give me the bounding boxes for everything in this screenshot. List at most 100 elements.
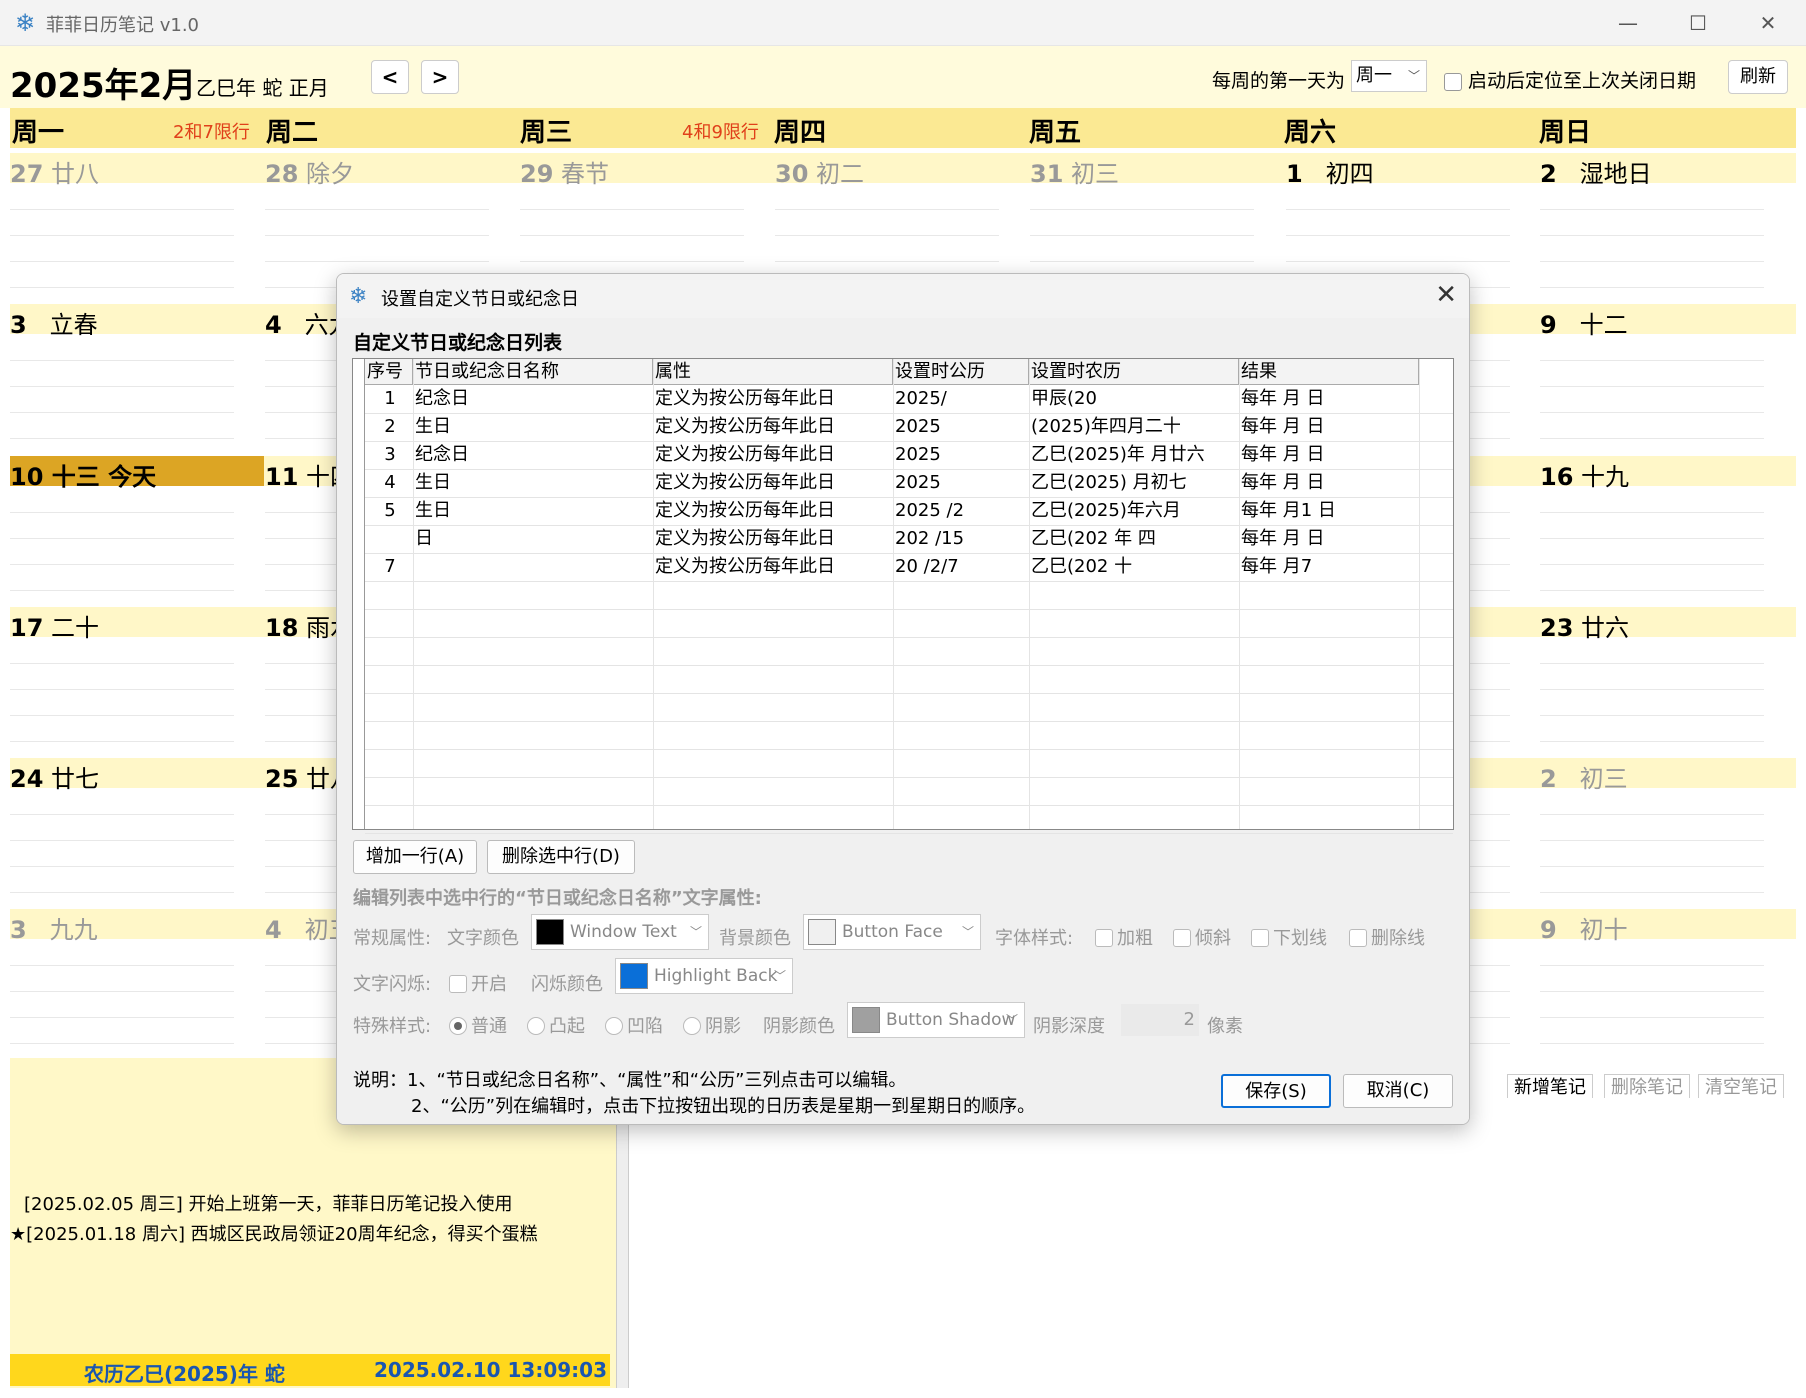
table-cell-no[interactable]: [365, 525, 413, 553]
table-cell-attr[interactable]: 定义为按公历每年此日: [653, 469, 893, 497]
table-cell-result[interactable]: 每年 月7: [1239, 553, 1419, 581]
col-header-attr[interactable]: 属性: [653, 359, 893, 385]
italic-checkbox[interactable]: [1173, 929, 1191, 947]
table-cell-result[interactable]: 每年 月 日: [1239, 441, 1419, 469]
table-cell-lunar[interactable]: 乙巳(202 十: [1029, 553, 1239, 581]
table-cell-attr[interactable]: 定义为按公历每年此日: [653, 553, 893, 581]
minimize-button[interactable]: —: [1598, 6, 1658, 40]
table-cell-result[interactable]: 每年 月 日: [1239, 413, 1419, 441]
table-cell-result[interactable]: 每年 月 日: [1239, 469, 1419, 497]
day-cell[interactable]: 17 二十: [10, 608, 99, 643]
col-header-lunar[interactable]: 设置时农历: [1029, 359, 1239, 385]
shadow-color-select[interactable]: Button Shadow ﹀: [847, 1002, 1025, 1038]
blink-color-select[interactable]: Highlight Back ﹀: [615, 958, 793, 994]
table-cell-name[interactable]: 纪念日: [413, 385, 653, 413]
table-cell-no[interactable]: 3: [365, 441, 413, 469]
day-cell[interactable]: 24 廿七: [10, 759, 99, 794]
dialog-close-button[interactable]: ✕: [1435, 280, 1457, 310]
week-start-select[interactable]: 周一 ﹀: [1351, 60, 1427, 92]
holiday-table[interactable]: 序号 节日或纪念日名称 属性 设置时公历 设置时农历 结果 1 纪念日 定义为按公历…: [352, 358, 1454, 834]
table-cell-no[interactable]: 7: [365, 553, 413, 581]
table-cell-attr[interactable]: 定义为按公历每年此日: [653, 385, 893, 413]
refresh-button[interactable]: 刷新: [1728, 60, 1788, 94]
table-cell-attr[interactable]: 定义为按公历每年此日: [653, 441, 893, 469]
col-header-name[interactable]: 节日或纪念日名称: [413, 359, 653, 385]
restore-date-option[interactable]: 启动后定位至上次关闭日期: [1444, 66, 1696, 93]
table-cell-solar[interactable]: 20 /2/7: [893, 553, 1029, 581]
day-cell[interactable]: 31 初三: [1030, 154, 1119, 189]
table-cell-lunar[interactable]: 甲辰(20: [1029, 385, 1239, 413]
day-cell[interactable]: 16 十九: [1540, 457, 1629, 492]
next-month-button[interactable]: >: [421, 60, 459, 94]
text-color-select[interactable]: Window Text ﹀: [531, 914, 709, 950]
strike-option[interactable]: 删除线: [1349, 924, 1425, 950]
day-cell[interactable]: 23 廿六: [1540, 608, 1629, 643]
style-sunken-option[interactable]: 凹陷: [605, 1012, 663, 1038]
table-cell-name[interactable]: 生日: [413, 469, 653, 497]
table-cell-lunar[interactable]: 乙巳(202 年 四: [1029, 525, 1239, 553]
day-cell[interactable]: 3 九九: [10, 910, 98, 945]
shadow-depth-input[interactable]: 2: [1121, 1004, 1199, 1036]
day-cell[interactable]: 3 立春: [10, 305, 98, 340]
strike-checkbox[interactable]: [1349, 929, 1367, 947]
restore-date-checkbox[interactable]: [1444, 72, 1462, 91]
italic-option[interactable]: 倾斜: [1173, 924, 1231, 950]
table-cell-solar[interactable]: 2025 /2: [893, 497, 1029, 525]
style-raised-option[interactable]: 凸起: [527, 1012, 585, 1038]
table-cell-solar[interactable]: 2025/: [893, 385, 1029, 413]
style-raised-radio[interactable]: [527, 1017, 545, 1035]
day-cell[interactable]: 9 十二: [1540, 305, 1628, 340]
col-header-result[interactable]: 结果: [1239, 359, 1419, 385]
table-cell-lunar[interactable]: 乙巳(2025) 月初七: [1029, 469, 1239, 497]
blink-option[interactable]: 开启: [449, 970, 507, 996]
day-cell[interactable]: 28 除夕: [265, 154, 354, 189]
table-cell-name[interactable]: 日: [413, 525, 653, 553]
table-cell-lunar[interactable]: (2025)年四月二十: [1029, 413, 1239, 441]
notes-list[interactable]: [616, 1098, 1796, 1388]
prev-month-button[interactable]: <: [371, 60, 409, 94]
col-header-solar[interactable]: 设置时公历: [893, 359, 1029, 385]
day-cell[interactable]: 2 初三: [1540, 759, 1628, 794]
underline-option[interactable]: 下划线: [1251, 924, 1327, 950]
add-row-button[interactable]: 增加一行(A): [353, 840, 477, 874]
style-shadow-radio[interactable]: [683, 1017, 701, 1035]
day-cell[interactable]: 1 初四: [1286, 154, 1374, 189]
table-cell-no[interactable]: 5: [365, 497, 413, 525]
table-cell-solar[interactable]: 2025: [893, 441, 1029, 469]
style-shadow-option[interactable]: 阴影: [683, 1012, 741, 1038]
underline-checkbox[interactable]: [1251, 929, 1269, 947]
bold-option[interactable]: 加粗: [1095, 924, 1153, 950]
style-sunken-radio[interactable]: [605, 1017, 623, 1035]
table-cell-name[interactable]: 生日: [413, 413, 653, 441]
table-cell-solar[interactable]: 2025: [893, 413, 1029, 441]
col-header-no[interactable]: 序号: [365, 359, 413, 385]
bg-color-select[interactable]: Button Face ﹀: [803, 914, 981, 950]
table-cell-result[interactable]: 每年 月 日: [1239, 385, 1419, 413]
table-cell-solar[interactable]: 202 /15: [893, 525, 1029, 553]
day-cell[interactable]: 27 廿八: [10, 154, 99, 189]
table-cell-attr[interactable]: 定义为按公历每年此日: [653, 497, 893, 525]
day-cell[interactable]: 30 初二: [775, 154, 864, 189]
table-cell-result[interactable]: 每年 月 日: [1239, 525, 1419, 553]
table-cell-name[interactable]: 生日: [413, 497, 653, 525]
table-cell-name[interactable]: [413, 553, 653, 581]
table-cell-lunar[interactable]: 乙巳(2025)年 月廿六: [1029, 441, 1239, 469]
table-cell-attr[interactable]: 定义为按公历每年此日: [653, 413, 893, 441]
style-normal-option[interactable]: 普通: [449, 1012, 507, 1038]
save-button[interactable]: 保存(S): [1221, 1074, 1331, 1108]
style-normal-radio[interactable]: [449, 1017, 467, 1035]
table-cell-lunar[interactable]: 乙巳(2025)年六月: [1029, 497, 1239, 525]
table-cell-no[interactable]: 1: [365, 385, 413, 413]
day-cell[interactable]: 2 湿地日: [1540, 154, 1652, 189]
table-cell-result[interactable]: 每年 月1 日: [1239, 497, 1419, 525]
table-cell-name[interactable]: 纪念日: [413, 441, 653, 469]
table-cell-attr[interactable]: 定义为按公历每年此日: [653, 525, 893, 553]
event-item[interactable]: ★[2025.01.18 周六] 西城区民政局领证20周年纪念，得买个蛋糕: [10, 1220, 538, 1246]
day-cell[interactable]: 29 春节: [520, 154, 609, 189]
bold-checkbox[interactable]: [1095, 929, 1113, 947]
table-cell-no[interactable]: 4: [365, 469, 413, 497]
today-cell[interactable]: 10 十三 今天: [10, 457, 156, 492]
delete-row-button[interactable]: 删除选中行(D): [487, 840, 635, 874]
blink-checkbox[interactable]: [449, 975, 467, 993]
cancel-button[interactable]: 取消(C): [1343, 1074, 1453, 1108]
